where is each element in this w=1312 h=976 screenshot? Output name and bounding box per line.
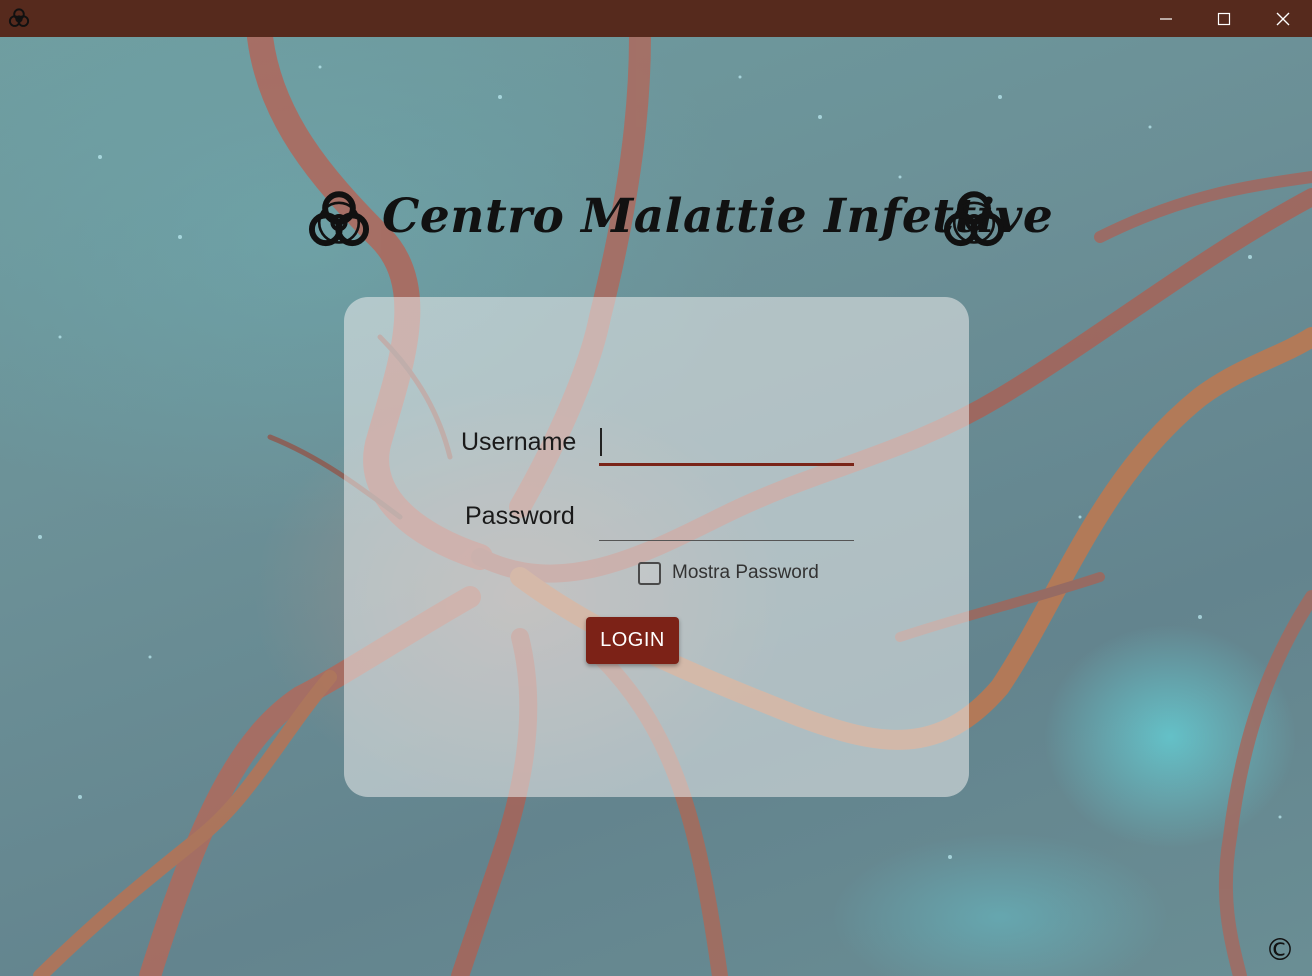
- show-password-label: Mostra Password: [672, 562, 819, 583]
- close-button[interactable]: [1254, 0, 1312, 37]
- app-header: Centro Malattie Infettive: [300, 183, 1053, 263]
- show-password-toggle[interactable]: Mostra Password: [638, 560, 819, 586]
- biohazard-icon: [308, 191, 370, 247]
- maximize-button[interactable]: [1195, 0, 1253, 37]
- username-input[interactable]: [599, 425, 854, 466]
- maximize-icon: [1217, 12, 1231, 25]
- login-button[interactable]: LOGIN: [586, 617, 679, 664]
- app-window: Centro Malattie Infettive Username Passw…: [0, 0, 1312, 976]
- password-input[interactable]: [599, 502, 854, 541]
- username-label: Username: [461, 428, 577, 456]
- biohazard-icon: [8, 8, 30, 27]
- login-panel: Username Password Mostra Password LOGIN: [344, 297, 969, 797]
- show-password-checkbox[interactable]: [638, 561, 661, 585]
- biohazard-icon: [943, 191, 1005, 247]
- password-label: Password: [465, 502, 575, 530]
- text-caret: [600, 428, 602, 456]
- minimize-icon: [1160, 17, 1172, 20]
- copyright-symbol: ©: [1265, 933, 1295, 968]
- close-icon: [1276, 12, 1290, 25]
- title-bar[interactable]: [0, 0, 1312, 37]
- minimize-button[interactable]: [1137, 0, 1195, 37]
